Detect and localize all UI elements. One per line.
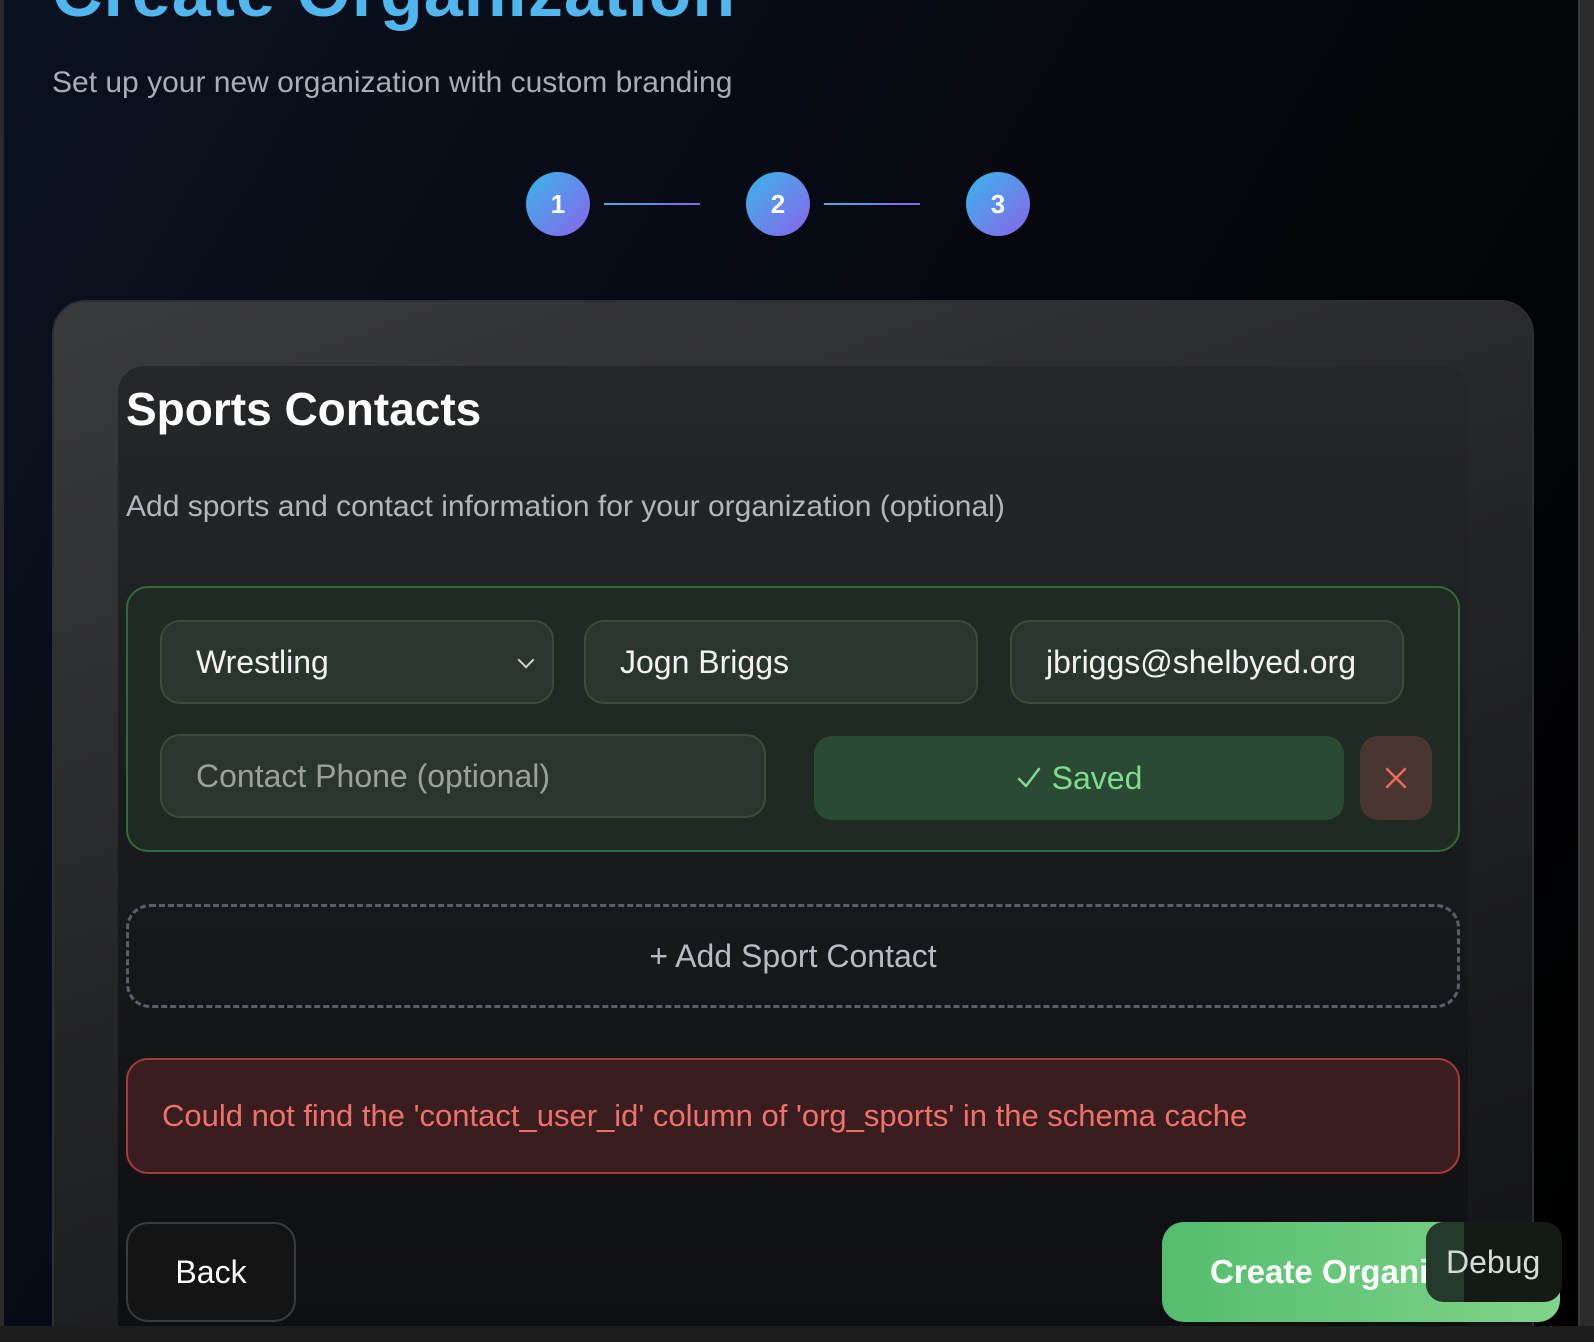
debug-button[interactable]: Debug bbox=[1426, 1222, 1562, 1302]
sport-contact-card: Wrestling Jogn Briggs jbriggs@shelbyed.o… bbox=[126, 586, 1460, 852]
window-bottom-edge bbox=[0, 1326, 1594, 1342]
form-card: Sports Contacts Add sports and contact i… bbox=[52, 300, 1560, 1326]
saved-label: Saved bbox=[1051, 759, 1143, 796]
page-title: Create Organization bbox=[52, 0, 736, 32]
saved-button[interactable]: Saved bbox=[814, 736, 1344, 820]
check-icon bbox=[1017, 767, 1040, 788]
step-indicator-2: 2 bbox=[746, 172, 810, 236]
sport-select[interactable]: Wrestling bbox=[160, 620, 554, 704]
contact-name-input[interactable]: Jogn Briggs bbox=[584, 620, 978, 704]
step-indicator-1: 1 bbox=[526, 172, 590, 236]
step-connector bbox=[824, 203, 920, 205]
chevron-down-icon bbox=[517, 651, 535, 669]
close-icon bbox=[1385, 767, 1407, 789]
step-indicator-3: 3 bbox=[966, 172, 1030, 236]
app-window: Create Organization Set up your new orga… bbox=[4, 0, 1580, 1326]
step-connector bbox=[604, 203, 700, 205]
remove-contact-button[interactable] bbox=[1360, 736, 1432, 820]
sport-select-value: Wrestling bbox=[196, 643, 329, 680]
sports-contacts-section: Sports Contacts Add sports and contact i… bbox=[118, 366, 1560, 1326]
page-subtitle: Set up your new organization with custom… bbox=[52, 66, 733, 99]
section-description: Add sports and contact information for y… bbox=[126, 490, 1005, 523]
error-message: Could not find the 'contact_user_id' col… bbox=[126, 1058, 1460, 1174]
add-sport-contact-button[interactable]: + Add Sport Contact bbox=[126, 904, 1460, 1008]
contact-email-input[interactable]: jbriggs@shelbyed.org bbox=[1010, 620, 1404, 704]
contact-phone-input[interactable]: Contact Phone (optional) bbox=[160, 734, 766, 818]
debug-label: Debug bbox=[1446, 1243, 1541, 1280]
back-button[interactable]: Back bbox=[126, 1222, 296, 1322]
section-title: Sports Contacts bbox=[126, 383, 482, 435]
